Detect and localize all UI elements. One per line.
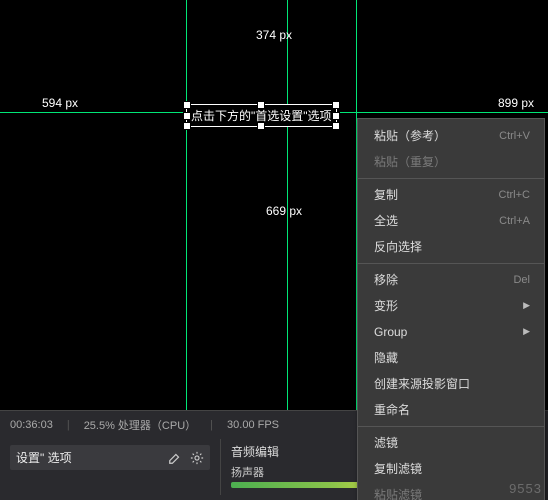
menu-transform[interactable]: 变形▶ (358, 293, 544, 319)
source-item[interactable]: 设置" 选项 (10, 445, 210, 470)
menu-rename[interactable]: 重命名 (358, 397, 544, 423)
text-object-content: 点击下方的"首选设置"选项 (191, 109, 332, 123)
sources-panel: 设置" 选项 (0, 439, 220, 495)
selected-text-object[interactable]: 点击下方的"首选设置"选项 (186, 104, 337, 127)
ruler-right-label: 899 px (498, 96, 534, 110)
menu-paste-reference[interactable]: 粘贴（参考）Ctrl+V (358, 123, 544, 149)
menu-paste-duplicate: 粘贴（重复） (358, 149, 544, 175)
menu-hide[interactable]: 隐藏 (358, 345, 544, 371)
watermark: 9553 (509, 481, 542, 496)
menu-create-source-projector[interactable]: 创建来源投影窗口 (358, 371, 544, 397)
menu-select-all[interactable]: 全选Ctrl+A (358, 208, 544, 234)
ruler-bottom-label: 669 px (266, 204, 302, 218)
guide-vertical-left (186, 0, 187, 410)
gear-icon[interactable] (190, 451, 204, 465)
chevron-right-icon: ▶ (523, 299, 530, 313)
menu-filters[interactable]: 滤镜 (358, 430, 544, 456)
menu-group[interactable]: Group▶ (358, 319, 544, 345)
menu-copy-filters[interactable]: 复制滤镜 (358, 456, 544, 482)
menu-remove[interactable]: 移除Del (358, 267, 544, 293)
context-menu: 粘贴（参考）Ctrl+V 粘贴（重复） 复制Ctrl+C 全选Ctrl+A 反向… (357, 118, 545, 500)
status-time: 00:36:03 (10, 419, 53, 431)
chevron-right-icon: ▶ (523, 325, 530, 339)
menu-invert-selection[interactable]: 反向选择 (358, 234, 544, 260)
edit-icon[interactable] (168, 451, 182, 465)
ruler-top-label: 374 px (256, 28, 292, 42)
source-item-label: 设置" 选项 (16, 449, 72, 466)
ruler-left-label: 594 px (42, 96, 78, 110)
status-cpu: 25.5% 处理器（CPU） (84, 417, 196, 433)
menu-copy[interactable]: 复制Ctrl+C (358, 182, 544, 208)
status-fps: 30.00 FPS (227, 419, 279, 431)
